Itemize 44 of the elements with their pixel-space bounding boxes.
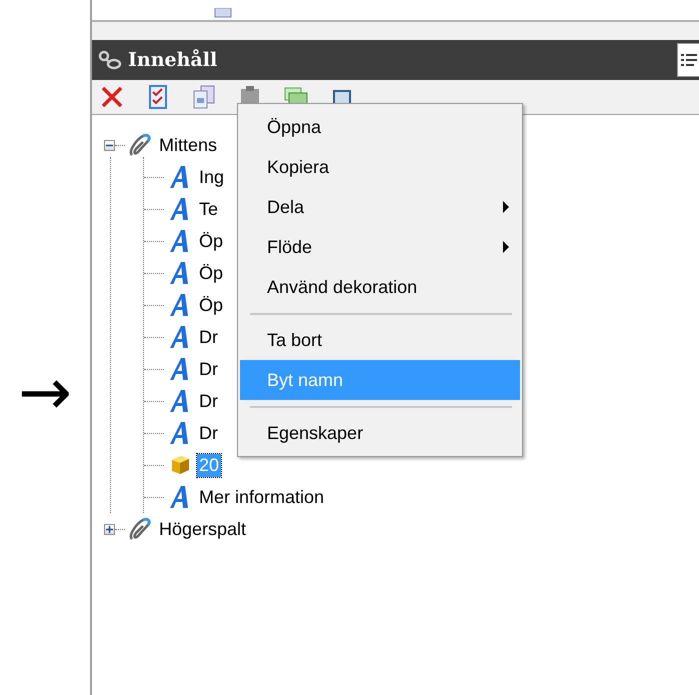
text-style-icon [169,197,191,221]
cube-icon [169,454,191,476]
text-style-icon [169,293,191,317]
menu-item[interactable]: Kopiera [240,147,520,187]
collapse-button[interactable] [104,140,115,150]
tree-item[interactable]: Dr [197,390,220,412]
expand-button[interactable] [104,524,115,534]
panel-title: Innehåll [128,49,218,71]
text-style-icon [169,485,191,509]
copy-icon[interactable] [192,85,216,109]
checklist-icon[interactable] [146,85,170,109]
link-icon [98,50,122,70]
tree-item[interactable]: Öp [197,262,226,284]
text-style-icon [169,357,191,381]
plus-icon [105,524,114,534]
text-style-icon [169,389,191,413]
menu-item[interactable]: Flöde [240,227,520,267]
tree-item[interactable]: Högerspalt [157,518,248,540]
list-icon [680,52,696,68]
tree-item[interactable]: Mittens [157,134,220,156]
menu-item[interactable]: Ta bort [240,320,520,360]
tree-item[interactable]: Dr [197,326,220,348]
text-style-icon [169,325,191,349]
text-style-icon [169,261,191,285]
text-style-icon [169,165,191,189]
menu-item[interactable]: Använd dekoration [240,267,520,307]
clip-icon [127,517,153,541]
arrow-glyph: → [18,360,72,424]
tree-item[interactable]: Dr [197,358,220,380]
text-style-icon [169,229,191,253]
clip-icon [127,133,153,157]
tree-item[interactable]: Te [197,198,220,220]
delete-icon[interactable] [100,85,124,109]
tree-item[interactable]: Öp [197,230,226,252]
menu-item[interactable]: Egenskaper [240,413,520,453]
tree-item[interactable]: Dr [197,422,220,444]
document-icon [214,8,232,18]
menu-item[interactable]: Dela [240,187,520,227]
tree-item[interactable]: Ing [197,166,226,188]
list-view-button[interactable] [677,43,699,77]
tree-item[interactable]: Mer information [197,486,326,508]
tree-item[interactable]: Öp [197,294,226,316]
text-style-icon [169,421,191,445]
menu-item[interactable]: Öppna [240,107,520,147]
